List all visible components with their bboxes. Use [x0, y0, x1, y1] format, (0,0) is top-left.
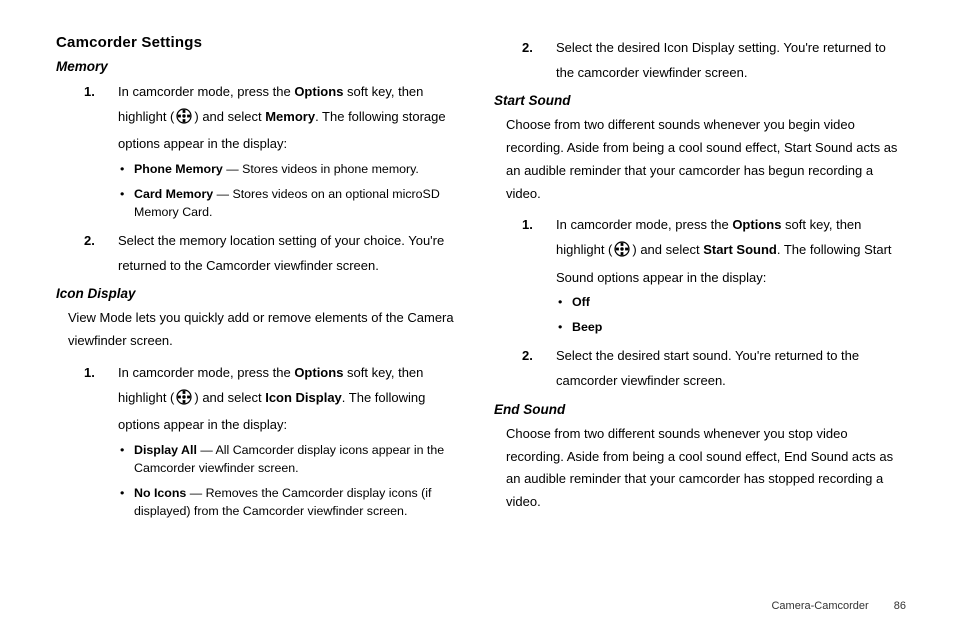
icon-display-options: Display All — All Camcorder display icon…: [120, 442, 468, 521]
settings-dpad-icon: [614, 241, 630, 266]
icon-display-step-2: 2. Select the desired Icon Display setti…: [522, 36, 906, 85]
memory-step-2: 2. Select the memory location setting of…: [84, 229, 468, 278]
memory-option-phone: Phone Memory — Stores videos in phone me…: [120, 161, 468, 179]
step-number: 1.: [522, 213, 533, 238]
memory-step-1: 1. In camcorder mode, press the Options …: [84, 80, 468, 222]
page-footer: Camera-Camcorder 86: [771, 600, 906, 612]
start-sound-intro: Choose from two different sounds wheneve…: [506, 114, 906, 205]
start-sound-option-off: Off: [558, 294, 906, 312]
settings-dpad-icon: [176, 108, 192, 133]
step-number: 1.: [84, 80, 95, 105]
start-sound-option-beep: Beep: [558, 319, 906, 337]
end-sound-intro: Choose from two different sounds wheneve…: [506, 423, 906, 514]
page-content: Camcorder Settings Memory 1. In camcorde…: [0, 0, 954, 528]
icon-display-option-none: No Icons — Removes the Camcorder display…: [120, 485, 468, 521]
step-number: 2.: [522, 344, 533, 369]
start-sound-step-2: 2. Select the desired start sound. You'r…: [522, 344, 906, 393]
left-column: Camcorder Settings Memory 1. In camcorde…: [56, 34, 468, 528]
memory-option-card: Card Memory — Stores videos on an option…: [120, 186, 468, 222]
icon-display-steps: 1. In camcorder mode, press the Options …: [84, 361, 468, 521]
start-sound-steps: 1. In camcorder mode, press the Options …: [522, 213, 906, 393]
icon-display-intro: View Mode lets you quickly add or remove…: [68, 307, 468, 353]
start-sound-options: Off Beep: [558, 294, 906, 337]
end-sound-heading: End Sound: [494, 402, 906, 417]
step-number: 2.: [84, 229, 95, 254]
start-sound-step-1: 1. In camcorder mode, press the Options …: [522, 213, 906, 337]
memory-steps: 1. In camcorder mode, press the Options …: [84, 80, 468, 278]
start-sound-heading: Start Sound: [494, 93, 906, 108]
icon-display-option-all: Display All — All Camcorder display icon…: [120, 442, 468, 478]
icon-display-heading: Icon Display: [56, 286, 468, 301]
icon-display-step-1: 1. In camcorder mode, press the Options …: [84, 361, 468, 521]
memory-heading: Memory: [56, 59, 468, 74]
step-number: 2.: [522, 36, 533, 61]
step-number: 1.: [84, 361, 95, 386]
section-title: Camcorder Settings: [56, 34, 468, 51]
footer-chapter: Camera-Camcorder: [771, 600, 868, 612]
right-column: 2. Select the desired Icon Display setti…: [494, 34, 906, 528]
icon-display-steps-cont: 2. Select the desired Icon Display setti…: [522, 36, 906, 85]
memory-options: Phone Memory — Stores videos in phone me…: [120, 161, 468, 222]
footer-page-number: 86: [894, 600, 906, 612]
settings-dpad-icon: [176, 389, 192, 414]
